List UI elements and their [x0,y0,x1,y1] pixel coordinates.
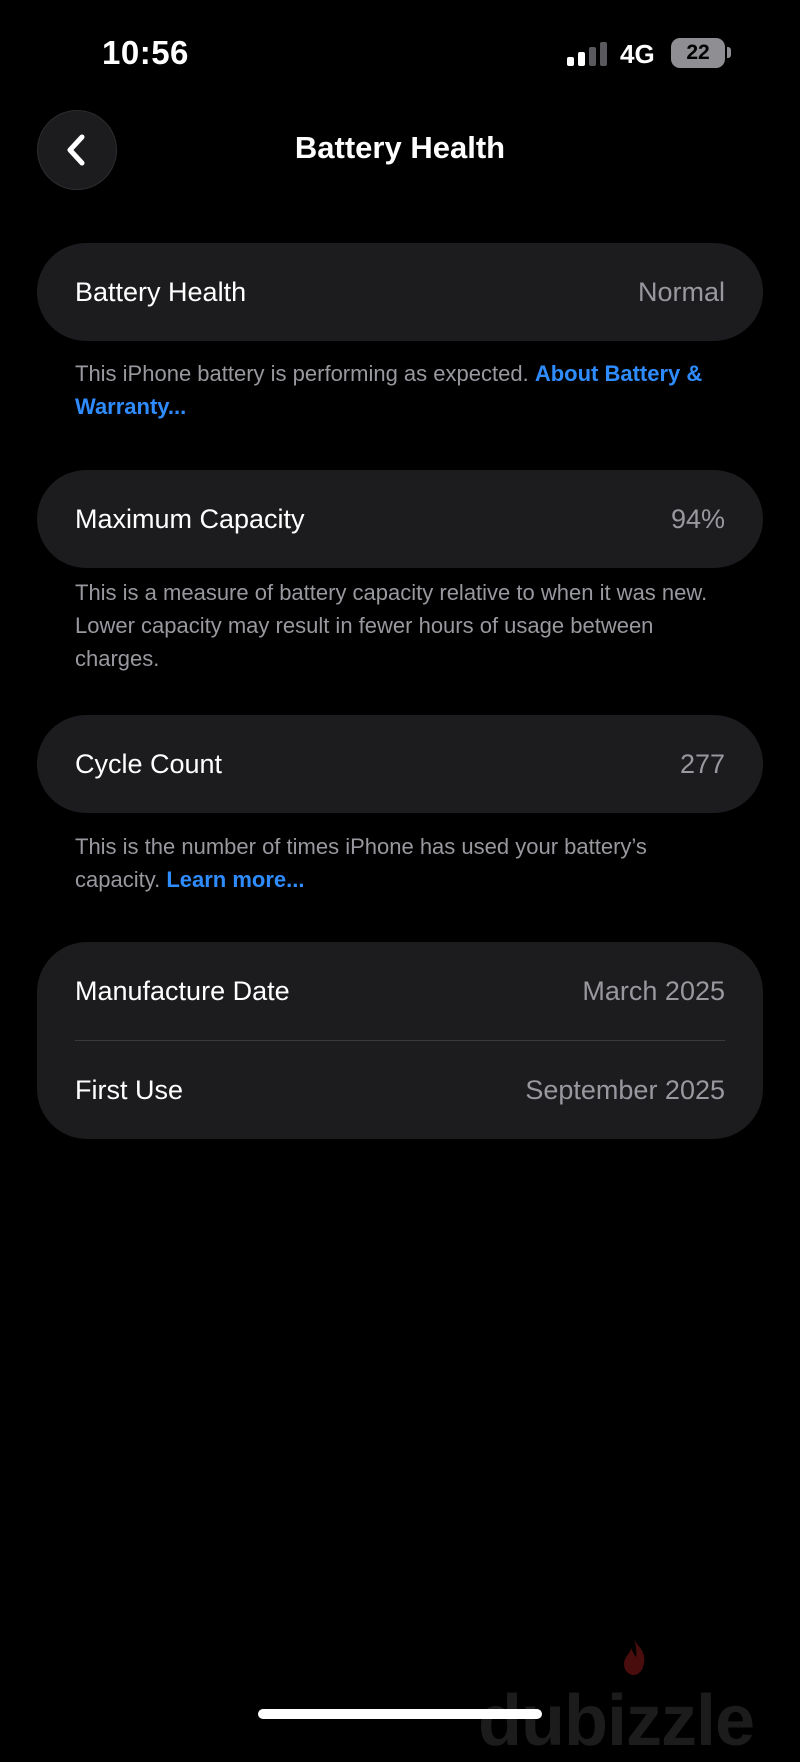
manufacture-date-value: March 2025 [582,975,725,1006]
first-use-label: First Use [75,1074,183,1105]
cycle-count-footnote: This is the number of times iPhone has u… [75,830,715,896]
page-title: Battery Health [294,130,506,165]
battery-health-value: Normal [637,276,725,307]
maximum-capacity-footnote: This is a measure of battery capacity re… [75,576,715,675]
learn-more-link[interactable]: Learn more... [166,867,304,892]
cycle-count-footnote-text: This is the number of times iPhone has u… [75,834,647,892]
battery-health-row: Battery Health Normal [37,243,763,341]
cellular-signal-icon [567,42,609,66]
maximum-capacity-row: Maximum Capacity 94% [37,470,763,568]
battery-health-footnote: This iPhone battery is performing as exp… [75,357,715,423]
status-time: 10:56 [102,34,189,71]
maximum-capacity-label: Maximum Capacity [75,503,305,534]
network-type: 4G [620,39,655,69]
cycle-count-value: 277 [679,748,725,779]
chevron-left-icon [67,134,85,166]
battery-health-label: Battery Health [75,276,247,307]
watermark-logo: dubizzle [478,1681,755,1761]
status-bar: 10:56 4G 22 [0,0,800,110]
first-use-value: September 2025 [525,1074,725,1105]
dates-card: Manufacture Date March 2025 First Use Se… [37,942,763,1139]
maximum-capacity-value: 94% [670,503,725,534]
first-use-row: First Use September 2025 [37,1041,763,1139]
cycle-count-card: Cycle Count 277 [37,715,763,813]
cycle-count-row: Cycle Count 277 [37,715,763,813]
maximum-capacity-footnote-text: This is a measure of battery capacity re… [75,580,708,671]
battery-level: 22 [686,41,710,64]
battery-health-card: Battery Health Normal [37,243,763,341]
manufacture-date-label: Manufacture Date [75,975,290,1006]
home-indicator[interactable] [258,1709,542,1719]
maximum-capacity-card: Maximum Capacity 94% [37,470,763,568]
battery-health-footnote-text: This iPhone battery is performing as exp… [75,361,529,386]
manufacture-date-row: Manufacture Date March 2025 [37,942,763,1040]
battery-icon: 22 [671,38,725,68]
cycle-count-label: Cycle Count [75,748,223,779]
back-button[interactable] [37,110,117,190]
battery-nub [727,47,731,58]
flame-logo-icon [624,1639,645,1675]
